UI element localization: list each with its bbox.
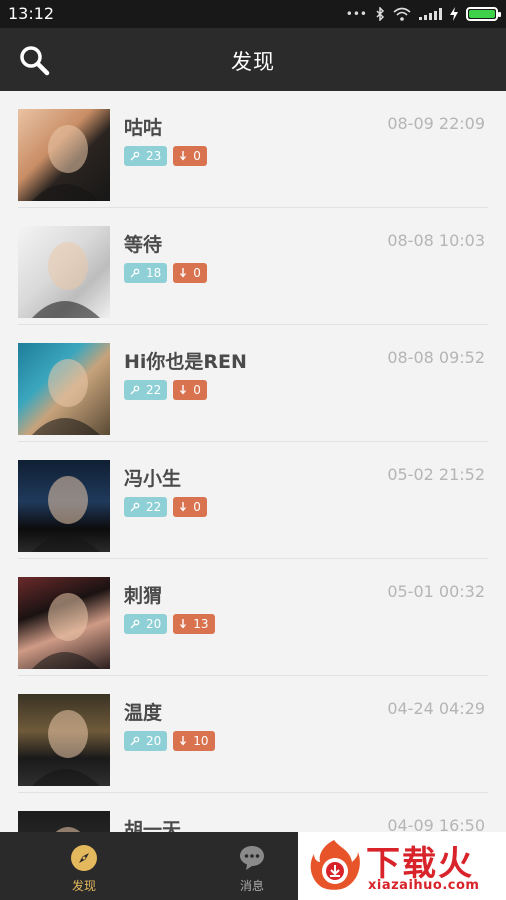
post-timestamp: 08-08 10:03 <box>387 231 485 250</box>
more-dots-icon: ••• <box>345 7 367 21</box>
post-timestamp: 08-09 22:09 <box>387 114 485 133</box>
download-count-badge: 0 <box>173 497 207 517</box>
key-icon <box>130 502 140 512</box>
avatar-photo <box>32 242 100 318</box>
key-icon <box>130 619 140 629</box>
battery-icon <box>466 7 501 21</box>
compass-icon <box>71 845 97 871</box>
like-count: 22 <box>146 500 162 514</box>
stats-badges: 23 0 <box>124 146 207 166</box>
download-count: 0 <box>193 149 201 163</box>
flame-logo-icon <box>310 840 360 890</box>
charging-icon <box>450 7 458 21</box>
like-count-badge: 22 <box>124 380 168 400</box>
post-timestamp: 05-01 00:32 <box>387 582 485 601</box>
user-name[interactable]: 等待 <box>124 230 162 257</box>
post-timestamp: 04-09 16:50 <box>387 816 485 832</box>
avatar-photo <box>32 593 100 669</box>
like-count: 23 <box>146 149 162 163</box>
user-name[interactable]: 冯小生 <box>124 464 181 491</box>
stats-badges: 18 0 <box>124 263 207 283</box>
feed-item[interactable]: 胡一天 04-09 16:50 <box>0 793 506 832</box>
wifi-icon <box>393 7 411 21</box>
stats-badges: 22 0 <box>124 497 207 517</box>
download-count-badge: 0 <box>173 263 207 283</box>
arrow-down-icon <box>180 502 187 512</box>
post-timestamp: 08-08 09:52 <box>387 348 485 367</box>
like-count: 20 <box>146 617 162 631</box>
bluetooth-icon <box>376 7 385 21</box>
avatar[interactable] <box>18 109 110 201</box>
feed-item[interactable]: 刺猬 05-01 00:32 20 13 <box>0 559 506 676</box>
user-name[interactable]: 温度 <box>124 698 162 725</box>
user-name[interactable]: 胡一天 <box>124 815 181 832</box>
battery-level <box>469 10 495 18</box>
download-count: 0 <box>193 500 201 514</box>
download-count: 0 <box>193 383 201 397</box>
user-name[interactable]: 咕咕 <box>124 113 162 140</box>
nav-tab-discover-label: 发现 <box>71 879 96 893</box>
watermark-logo: 下载火 xiazaihuo.com <box>298 832 506 900</box>
stats-badges: 22 0 <box>124 380 207 400</box>
key-icon <box>130 736 140 746</box>
like-count: 20 <box>146 734 162 748</box>
signal-icon <box>419 8 442 20</box>
download-count-badge: 10 <box>173 731 215 751</box>
like-count-badge: 22 <box>124 497 168 517</box>
like-count-badge: 20 <box>124 614 168 634</box>
watermark-url: xiazaihuo.com <box>368 878 480 893</box>
arrow-down-icon <box>180 385 187 395</box>
discover-feed-list[interactable]: 咕咕 08-09 22:09 23 0 等待 08-08 10:03 18 0 Hi你也是REN… <box>0 91 506 832</box>
download-count-badge: 0 <box>173 146 207 166</box>
avatar-photo <box>32 476 100 552</box>
key-icon <box>130 151 140 161</box>
download-count: 13 <box>193 617 209 631</box>
feed-item[interactable]: 温度 04-24 04:29 20 10 <box>0 676 506 793</box>
download-count: 10 <box>193 734 209 748</box>
nav-tab-discover[interactable]: 发现 <box>0 832 168 900</box>
post-timestamp: 05-02 21:52 <box>387 465 485 484</box>
arrow-down-icon <box>180 619 187 629</box>
avatar-photo <box>32 359 100 435</box>
key-icon <box>130 385 140 395</box>
download-count-badge: 0 <box>173 380 207 400</box>
page-title: 发现 <box>231 50 275 74</box>
avatar-photo <box>32 125 100 201</box>
avatar-photo <box>32 710 100 786</box>
like-count-badge: 20 <box>124 731 168 751</box>
like-count-badge: 18 <box>124 263 168 283</box>
arrow-down-icon <box>180 736 187 746</box>
stats-badges: 20 13 <box>124 614 215 634</box>
avatar[interactable] <box>18 226 110 318</box>
like-count: 22 <box>146 383 162 397</box>
feed-item[interactable]: Hi你也是REN 08-08 09:52 22 0 <box>0 325 506 442</box>
post-timestamp: 04-24 04:29 <box>387 699 485 718</box>
avatar-photo <box>55 827 81 832</box>
like-count: 18 <box>146 266 162 280</box>
key-icon <box>130 268 140 278</box>
status-bar: 13:12 ••• <box>0 0 506 28</box>
avatar[interactable] <box>18 460 110 552</box>
feed-item[interactable]: 冯小生 05-02 21:52 22 0 <box>0 442 506 559</box>
stats-badges: 20 10 <box>124 731 215 751</box>
like-count-badge: 23 <box>124 146 168 166</box>
avatar[interactable] <box>18 694 110 786</box>
chat-bubble-icon <box>240 846 264 870</box>
download-count: 0 <box>193 266 201 280</box>
app-header: 发现 <box>0 28 506 91</box>
arrow-down-icon <box>180 268 187 278</box>
status-time: 13:12 <box>8 4 55 23</box>
avatar[interactable] <box>18 577 110 669</box>
arrow-down-icon <box>180 151 187 161</box>
user-name[interactable]: Hi你也是REN <box>124 347 247 374</box>
status-icons: ••• <box>345 5 501 23</box>
feed-item[interactable]: 咕咕 08-09 22:09 23 0 <box>0 91 506 208</box>
user-name[interactable]: 刺猬 <box>124 581 162 608</box>
download-count-badge: 13 <box>173 614 215 634</box>
avatar[interactable] <box>18 811 110 832</box>
feed-item[interactable]: 等待 08-08 10:03 18 0 <box>0 208 506 325</box>
avatar[interactable] <box>18 343 110 435</box>
